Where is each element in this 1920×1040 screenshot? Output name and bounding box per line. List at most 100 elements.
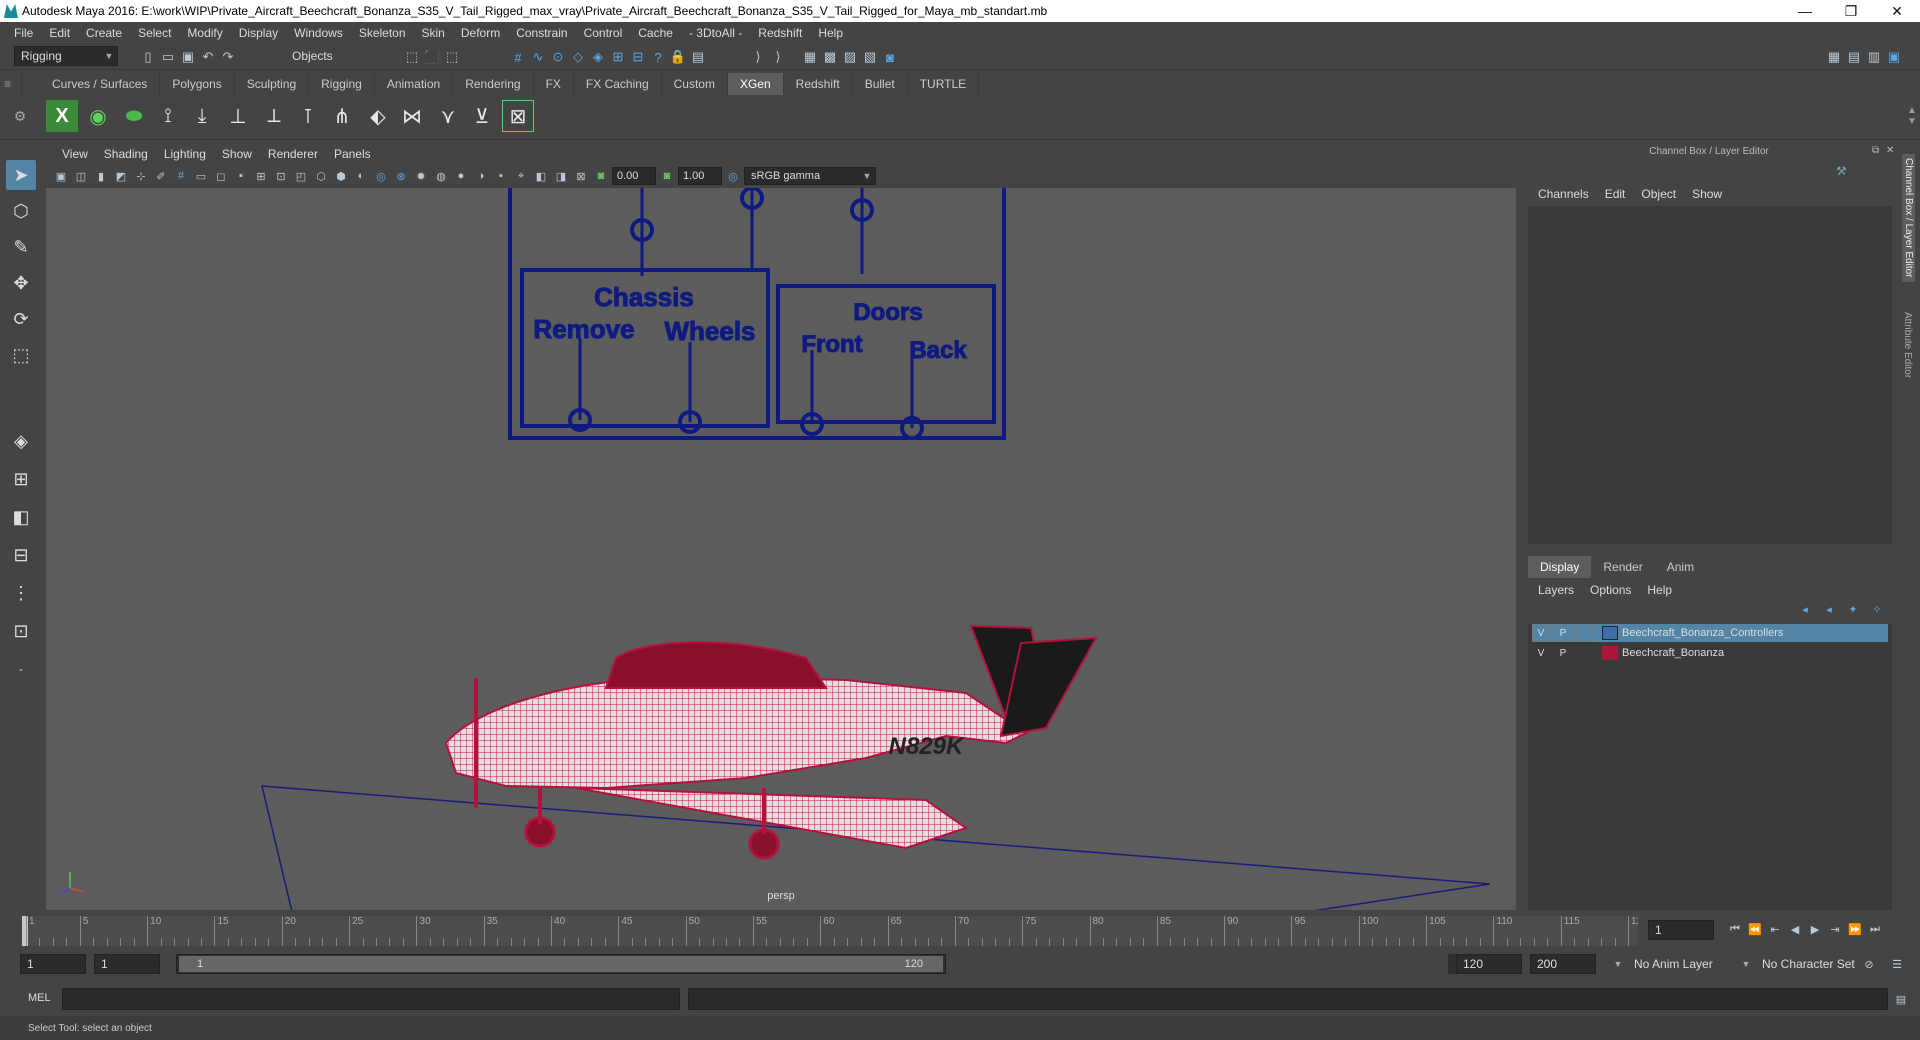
layer-color-swatch[interactable] — [1602, 626, 1618, 640]
field-chart-icon[interactable]: ⊞ — [252, 167, 270, 185]
hypershade-icon[interactable]: ◙ — [880, 47, 900, 67]
tab-custom[interactable]: Custom — [662, 73, 728, 95]
xgen-guide-length-icon[interactable]: ⟂ — [258, 100, 290, 132]
menu-modify[interactable]: Modify — [179, 26, 230, 40]
film-gate-icon[interactable]: ▭ — [192, 167, 210, 185]
color-space-dropdown[interactable]: sRGB gamma ▼ — [744, 167, 876, 185]
side-tab-channel-box[interactable]: Channel Box / Layer Editor — [1902, 154, 1915, 282]
layer-color-swatch[interactable] — [1602, 646, 1618, 660]
shelf-menu-icon[interactable]: ≡ — [0, 73, 22, 95]
single-perspective-view-icon[interactable]: ◈ — [6, 426, 36, 456]
snap-to-curve-icon[interactable]: ∿ — [528, 47, 548, 67]
menu-set-dropdown[interactable]: Rigging ▼ — [14, 46, 118, 66]
tab-bullet[interactable]: Bullet — [853, 73, 908, 95]
paint-select-tool-icon[interactable]: ✎ — [6, 232, 36, 262]
input-icon[interactable]: ⟩ — [748, 47, 768, 67]
exposure-field[interactable]: 0.00 — [612, 167, 656, 185]
layer-row[interactable]: V P Beechcraft_Bonanza_Controllers — [1532, 624, 1888, 642]
layer-display-type-toggle[interactable] — [1576, 645, 1594, 661]
four-view-layout-icon[interactable]: ⊞ — [6, 464, 36, 494]
select-by-component-icon[interactable]: ⬚ — [442, 47, 462, 67]
le-menu-layers[interactable]: Layers — [1530, 583, 1582, 597]
tab-turtle[interactable]: TURTLE — [908, 73, 980, 95]
gamma-field[interactable]: 1.00 — [678, 167, 722, 185]
image-plane-icon[interactable]: ◩ — [112, 167, 130, 185]
minimize-button[interactable]: — — [1782, 0, 1828, 22]
layer-display-type-toggle[interactable] — [1576, 625, 1594, 641]
channel-box-tools-icon[interactable]: ⚒ — [1836, 164, 1847, 178]
construction-history-icon[interactable]: ▤ — [688, 47, 708, 67]
exposure-icon[interactable]: ◙ — [592, 167, 610, 185]
cb-menu-show[interactable]: Show — [1684, 187, 1730, 201]
step-back-frame-icon[interactable]: ⇤ — [1766, 920, 1784, 938]
rotate-tool-icon[interactable]: ⟳ — [6, 304, 36, 334]
use-all-lights-icon[interactable]: ⊛ — [392, 167, 410, 185]
tab-fx[interactable]: FX — [534, 73, 574, 95]
xgen-lock-length-icon[interactable]: ⊺ — [292, 100, 324, 132]
tab-xgen[interactable]: XGen — [727, 73, 784, 95]
color-management-icon[interactable]: ◎ — [724, 167, 742, 185]
xgen-smooth-icon[interactable]: ⋎ — [432, 100, 464, 132]
layer-row[interactable]: V P Beechcraft_Bonanza — [1532, 644, 1888, 662]
command-language-label[interactable]: MEL — [28, 992, 51, 1004]
xray-components-icon[interactable]: ⊠ — [572, 167, 590, 185]
xray-icon[interactable]: ◧ — [532, 167, 550, 185]
camera-attributes-icon[interactable]: ◫ — [72, 167, 90, 185]
wireframe-on-shaded-icon[interactable]: ◐ — [352, 167, 370, 185]
xgen-groom-icon[interactable]: ⬖ — [362, 100, 394, 132]
panel-close-icon[interactable]: ✕ — [1886, 145, 1894, 156]
cb-menu-object[interactable]: Object — [1633, 187, 1684, 201]
menu-deform[interactable]: Deform — [453, 26, 508, 40]
ipr-render-icon[interactable]: ▨ — [840, 47, 860, 67]
render-view-icon[interactable]: ▦ — [800, 47, 820, 67]
xgen-bend-guides-icon[interactable]: ⋔ — [326, 100, 358, 132]
safe-title-icon[interactable]: ◰ — [292, 167, 310, 185]
scale-tool-icon[interactable]: ⬚ — [6, 340, 36, 370]
menu-skeleton[interactable]: Skeleton — [351, 26, 414, 40]
xgen-editor-icon[interactable]: X — [46, 100, 78, 132]
animation-start-field[interactable]: 1 — [20, 954, 86, 974]
resolution-gate-icon[interactable]: ◻ — [212, 167, 230, 185]
animation-preferences-icon[interactable]: ☰ — [1888, 955, 1906, 973]
xgen-preview-icon[interactable]: ◉ — [82, 100, 114, 132]
range-slider-track[interactable]: 1 120 — [176, 954, 946, 974]
gate-mask-icon[interactable]: ▪ — [232, 167, 250, 185]
tab-rigging[interactable]: Rigging — [309, 73, 375, 95]
open-scene-icon[interactable]: ▭ — [158, 47, 178, 67]
textured-icon[interactable]: ◎ — [372, 167, 390, 185]
render-current-frame-icon[interactable]: ▩ — [820, 47, 840, 67]
modeling-toolkit-icon[interactable]: ▤ — [1844, 47, 1864, 67]
screen-space-ao-icon[interactable]: ◍ — [432, 167, 450, 185]
menu-redshift[interactable]: Redshift — [750, 26, 810, 40]
time-ruler[interactable]: 1 5 10 15 20 25 30 35 40 45 50 55 60 65 70 75 80 85 90 95 10… — [22, 916, 1638, 946]
snap-to-grid-icon[interactable]: # — [508, 47, 528, 67]
persp-outliner-layout-icon[interactable]: ◧ — [6, 502, 36, 532]
cb-menu-channels[interactable]: Channels — [1530, 187, 1597, 201]
bookmark-icon[interactable]: ▮ — [92, 167, 110, 185]
move-tool-icon[interactable]: ✥ — [6, 268, 36, 298]
menu-3dtoall[interactable]: - 3DtoAll - — [681, 26, 750, 40]
xgen-cut-icon[interactable]: ⊻ — [466, 100, 498, 132]
move-layer-up-icon[interactable]: ◂ — [1796, 600, 1814, 618]
current-time-indicator[interactable] — [22, 916, 28, 946]
step-back-key-icon[interactable]: ⏪ — [1746, 920, 1764, 938]
character-set-dropdown[interactable]: ▼ No Character Set — [1732, 954, 1872, 974]
layer-visibility-toggle[interactable]: V — [1532, 625, 1550, 641]
make-live-icon[interactable]: ◈ — [588, 47, 608, 67]
render-settings-icon[interactable]: ▧ — [860, 47, 880, 67]
shadows-icon[interactable]: ✹ — [412, 167, 430, 185]
menu-control[interactable]: Control — [576, 26, 631, 40]
script-editor-icon[interactable]: ▤ — [1892, 990, 1910, 1008]
attribute-editor-toggle-icon[interactable]: ▥ — [1864, 47, 1884, 67]
layout-options-icon[interactable]: - — [6, 654, 36, 684]
vp-menu-renderer[interactable]: Renderer — [260, 147, 326, 161]
play-forwards-icon[interactable]: ▶ — [1806, 920, 1824, 938]
side-tab-attribute-editor[interactable]: Attribute Editor — [1902, 312, 1913, 378]
xgen-sculpt-icon[interactable]: ⋈ — [396, 100, 428, 132]
layer-playback-toggle[interactable]: P — [1554, 625, 1572, 641]
vp-menu-shading[interactable]: Shading — [96, 147, 156, 161]
anti-aliasing-icon[interactable]: ◑ — [472, 167, 490, 185]
menu-display[interactable]: Display — [231, 26, 286, 40]
current-frame-field[interactable]: 1 — [1648, 920, 1714, 940]
anim-layer-dropdown[interactable]: ▼ No Anim Layer — [1604, 954, 1744, 974]
